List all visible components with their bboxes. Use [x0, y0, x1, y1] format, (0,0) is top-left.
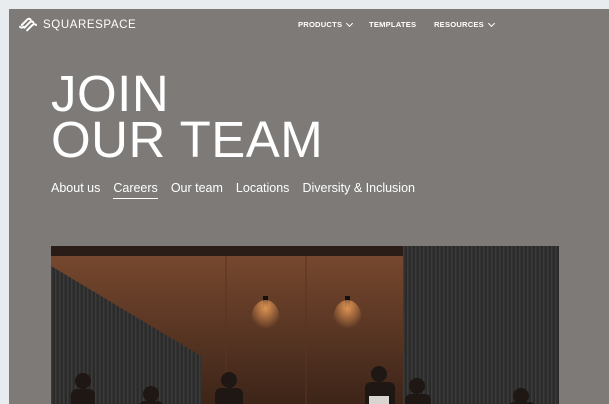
page-title: JOIN OUR TEAM — [51, 68, 324, 168]
section-subnav: About us Careers Our team Locations Dive… — [51, 181, 415, 199]
team-photo — [51, 246, 559, 404]
title-line-2: OUR TEAM — [51, 111, 324, 168]
nav-templates-label: TEMPLATES — [369, 20, 417, 29]
nav-resources[interactable]: RESOURCES — [434, 19, 495, 29]
top-navigation: SQUARESPACE PRODUCTS TEMPLATES RESOURCES — [9, 9, 609, 41]
subnav-careers[interactable]: Careers — [113, 181, 158, 199]
brand-logo[interactable]: SQUARESPACE — [19, 17, 136, 33]
subnav-diversity-inclusion[interactable]: Diversity & Inclusion — [302, 181, 415, 199]
subnav-about-us[interactable]: About us — [51, 181, 100, 199]
subnav-locations[interactable]: Locations — [236, 181, 290, 199]
brand-name: SQUARESPACE — [43, 19, 137, 31]
page-frame: SQUARESPACE PRODUCTS TEMPLATES RESOURCES… — [9, 9, 609, 404]
chevron-down-icon — [346, 19, 354, 27]
nav-templates[interactable]: TEMPLATES — [369, 20, 416, 29]
nav-products[interactable]: PRODUCTS — [298, 19, 354, 29]
nav-resources-label: RESOURCES — [434, 20, 484, 29]
nav-products-label: PRODUCTS — [298, 20, 343, 29]
team-photo-image — [51, 246, 559, 404]
squarespace-logo-icon — [19, 17, 37, 32]
chevron-down-icon — [487, 19, 495, 27]
subnav-our-team[interactable]: Our team — [171, 181, 223, 199]
